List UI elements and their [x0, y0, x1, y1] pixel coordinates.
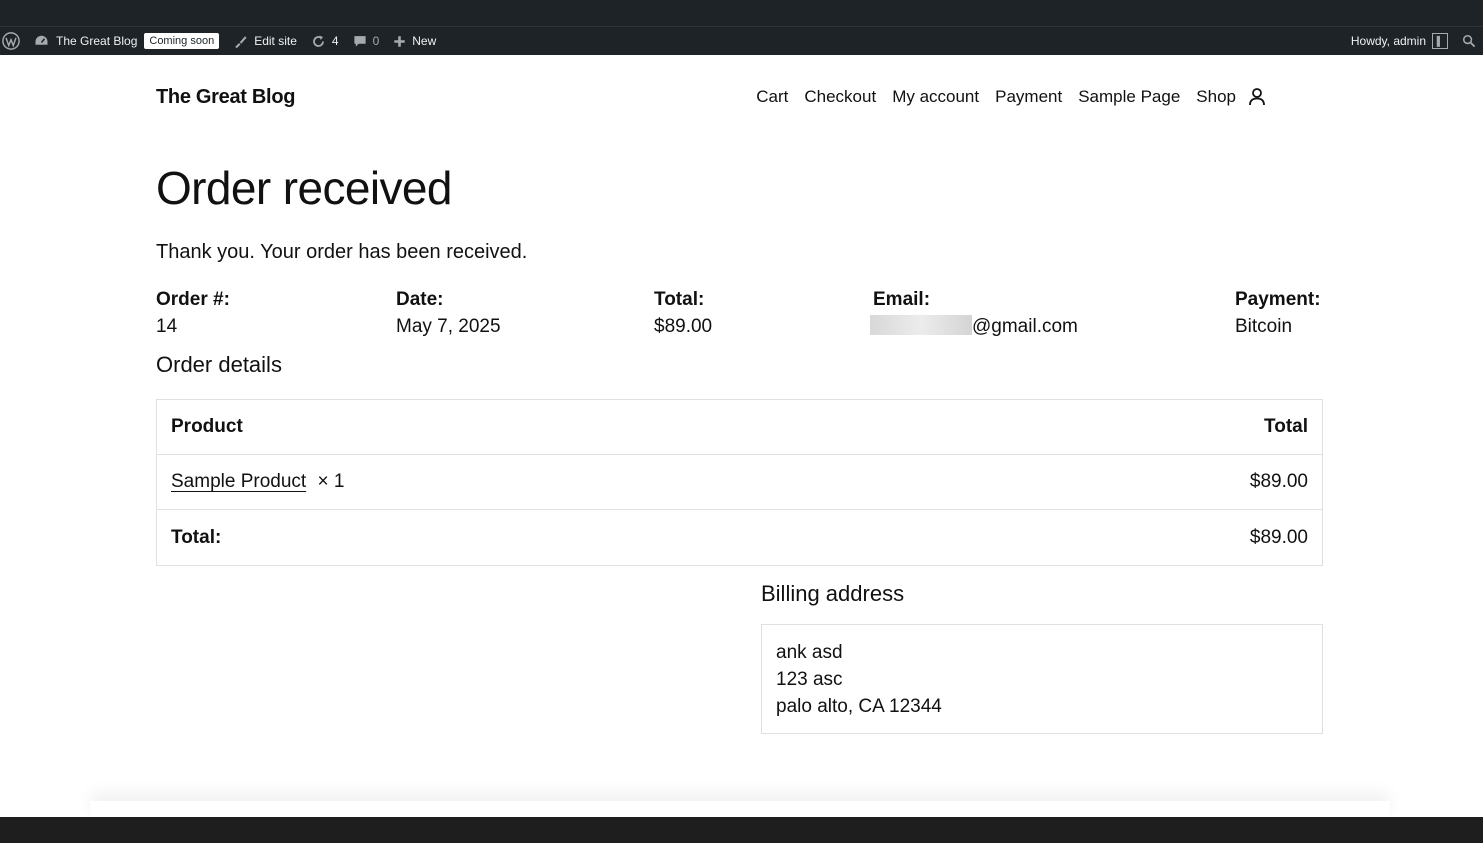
order-thanks-message: Thank you. Your order has been received.	[156, 241, 528, 263]
order-date-value: May 7, 2025	[396, 316, 501, 337]
wordpress-logo-icon[interactable]	[0, 27, 27, 55]
brush-icon	[233, 34, 248, 49]
order-payment-label: Payment:	[1235, 289, 1321, 310]
nav-item-shop[interactable]: Shop	[1196, 87, 1236, 107]
order-payment-block: Payment: Bitcoin	[1235, 286, 1321, 340]
search-icon	[1462, 34, 1476, 48]
nav-item-my-account[interactable]: My account	[892, 87, 979, 107]
main-navigation: Cart Checkout My account Payment Sample …	[756, 87, 1266, 107]
comment-icon	[353, 34, 367, 48]
billing-city-state-zip: palo alto, CA 12344	[776, 696, 942, 717]
updates-icon	[311, 34, 326, 49]
comments-button[interactable]: 0	[346, 27, 387, 55]
dashboard-icon	[34, 34, 49, 48]
billing-street: 123 asc	[776, 669, 843, 690]
new-content-button[interactable]: New	[386, 27, 443, 55]
table-total-value: $89.00	[1249, 526, 1308, 548]
order-number-block: Order #: 14	[156, 286, 230, 340]
order-details-table: Product Total Sample Product × 1 $89.00 …	[156, 399, 1323, 566]
column-header-product: Product	[171, 416, 243, 437]
table-header-row: Product Total	[157, 400, 1322, 455]
nav-item-checkout[interactable]: Checkout	[804, 87, 876, 107]
column-header-total: Total	[1264, 416, 1308, 437]
edit-site-button[interactable]: Edit site	[226, 27, 304, 55]
nav-item-payment[interactable]: Payment	[995, 87, 1062, 107]
order-date-label: Date:	[396, 289, 444, 310]
order-email-block: Email: @gmail.com	[870, 286, 1078, 340]
admin-bar: The Great Blog Coming soon Edit site 4 0	[0, 27, 1483, 55]
page-title: Order received	[156, 162, 452, 214]
my-account-menu[interactable]: Howdy, admin ▌	[1344, 27, 1455, 55]
customer-account-icon[interactable]	[1248, 87, 1266, 107]
order-total-value: $89.00	[654, 316, 713, 337]
order-details-title: Order details	[156, 352, 282, 377]
coming-soon-badge: Coming soon	[144, 33, 220, 49]
order-total-label: Total:	[654, 289, 705, 310]
order-date-block: Date: May 7, 2025	[396, 286, 501, 340]
order-number-label: Order #:	[156, 289, 230, 310]
order-email-value: @gmail.com	[972, 316, 1078, 337]
howdy-label: Howdy, admin	[1350, 34, 1426, 48]
site-title[interactable]: The Great Blog	[156, 86, 295, 109]
footer-edge	[90, 801, 1390, 817]
order-payment-value: Bitcoin	[1235, 316, 1293, 337]
order-email-label: Email:	[873, 289, 931, 310]
product-line-total: $89.00	[1249, 471, 1308, 492]
edit-site-label: Edit site	[254, 34, 297, 48]
browser-top-strip	[0, 0, 1483, 27]
site-header: The Great Blog Cart Checkout My account …	[156, 55, 1322, 139]
browser-bottom-strip	[0, 817, 1483, 843]
billing-address-title: Billing address	[761, 581, 905, 606]
page-content: The Great Blog Cart Checkout My account …	[0, 55, 1483, 817]
site-name-menu[interactable]: The Great Blog Coming soon	[27, 27, 226, 55]
plus-icon	[393, 35, 406, 48]
order-number-value: 14	[156, 316, 178, 337]
billing-name: ank asd	[776, 642, 843, 663]
product-link[interactable]: Sample Product	[171, 471, 306, 492]
nav-item-cart[interactable]: Cart	[756, 87, 788, 107]
table-total-label: Total:	[171, 526, 222, 548]
table-footer-row: Total: $89.00	[157, 510, 1322, 565]
nav-item-sample-page[interactable]: Sample Page	[1078, 87, 1180, 107]
product-quantity: × 1	[317, 471, 345, 492]
billing-address-box: ank asd 123 asc palo alto, CA 12344	[761, 624, 1323, 734]
comments-count: 0	[372, 34, 380, 48]
admin-search-button[interactable]	[1455, 27, 1483, 55]
avatar: ▌	[1432, 33, 1448, 49]
table-row: Sample Product × 1 $89.00	[157, 455, 1322, 510]
redacted-email-blur	[870, 315, 972, 335]
updates-button[interactable]: 4	[304, 27, 346, 55]
new-label: New	[412, 34, 437, 48]
site-name-label: The Great Blog	[56, 34, 138, 48]
updates-count: 4	[331, 34, 339, 48]
order-total-block: Total: $89.00	[654, 286, 712, 340]
